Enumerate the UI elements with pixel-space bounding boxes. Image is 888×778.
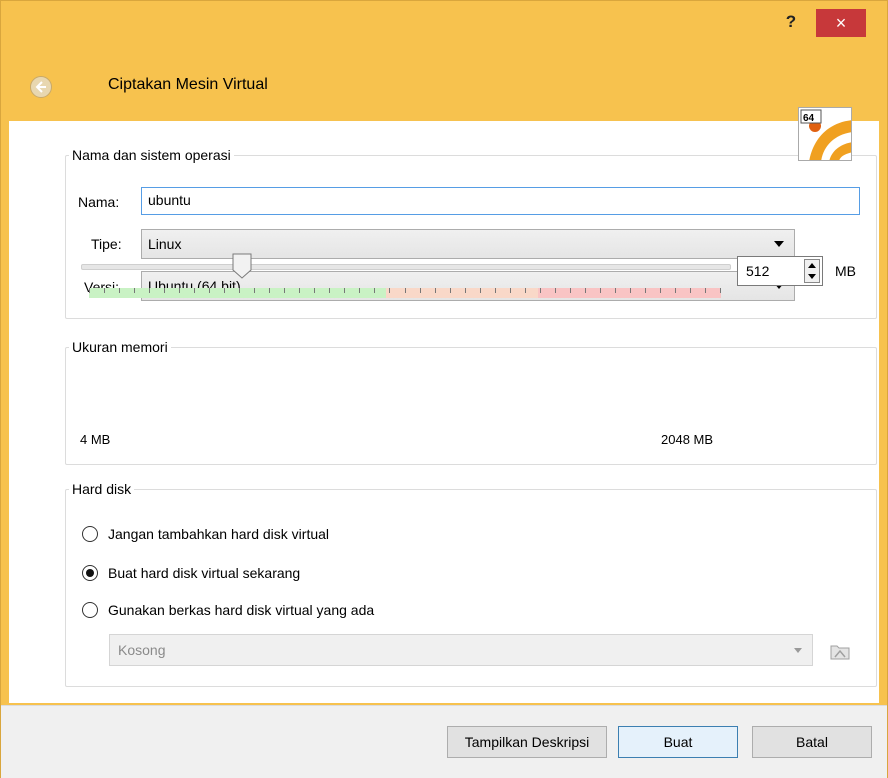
existing-disk-value: Kosong: [118, 642, 166, 658]
memory-scale-tick: [149, 288, 150, 293]
memory-scale-tick: [690, 288, 691, 293]
type-label: Tipe:: [91, 236, 122, 252]
show-description-button[interactable]: Tampilkan Deskripsi: [447, 726, 607, 758]
dialog-footer: Tampilkan Deskripsi Buat Batal: [1, 705, 887, 778]
spin-up-icon[interactable]: [808, 263, 816, 268]
memory-scale-tick: [359, 288, 360, 293]
memory-scale-tick: [525, 288, 526, 293]
page-title: Ciptakan Mesin Virtual: [108, 76, 268, 93]
memory-scale: [89, 288, 721, 298]
memory-scale-tick: [540, 288, 541, 293]
memory-scale-tick: [119, 288, 120, 293]
back-arrow-icon[interactable]: [30, 76, 52, 98]
memory-slider-handle[interactable]: [232, 253, 252, 279]
wizard-header: Ciptakan Mesin Virtual: [1, 41, 887, 121]
memory-scale-tick: [510, 288, 511, 293]
name-input[interactable]: ubuntu: [141, 187, 860, 215]
memory-max-label: 2048 MB: [661, 432, 714, 447]
memory-scale-tick: [389, 288, 390, 293]
memory-spinbox[interactable]: 512: [737, 256, 823, 286]
radio-create-disk-label: Buat hard disk virtual sekarang: [108, 565, 301, 581]
chevron-down-icon: [774, 241, 784, 247]
folder-icon-art: [830, 645, 850, 660]
memory-scale-tick: [495, 288, 496, 293]
memory-scale-tick: [134, 288, 135, 293]
memory-scale-tick: [450, 288, 451, 293]
memory-scale-tick: [420, 288, 421, 293]
memory-scale-tick: [555, 288, 556, 293]
hard-disk-legend: Hard disk: [72, 481, 132, 497]
memory-scale-tick: [570, 288, 571, 293]
memory-scale-tick: [660, 288, 661, 293]
memory-scale-tick: [194, 288, 195, 293]
memory-scale-tick: [600, 288, 601, 293]
name-label: Nama:: [78, 194, 120, 210]
name-os-legend: Nama dan sistem operasi: [72, 147, 231, 163]
title-bar: ? ×: [1, 1, 887, 41]
os-icon-art: 64: [799, 108, 851, 160]
linux-os-icon: 64: [798, 107, 852, 161]
dialog-window: ? × Ciptakan Mesin Virtual Nama dan sist…: [0, 0, 888, 778]
os-badge-text: 64: [803, 113, 815, 124]
memory-scale-tick: [720, 288, 721, 293]
memory-scale-tick: [329, 288, 330, 293]
memory-scale-tick: [374, 288, 375, 293]
memory-scale-tick: [615, 288, 616, 293]
help-button[interactable]: ?: [778, 11, 804, 33]
memory-scale-tick: [405, 288, 406, 293]
radio-no-disk-label: Jangan tambahkan hard disk virtual: [108, 526, 330, 542]
memory-scale-tick: [89, 288, 90, 293]
chevron-down-icon: [794, 648, 802, 653]
memory-scale-segment: [386, 288, 538, 298]
memory-scale-tick: [480, 288, 481, 293]
cancel-button[interactable]: Batal: [752, 726, 872, 758]
memory-scale-tick: [224, 288, 225, 293]
memory-scale-tick: [344, 288, 345, 293]
memory-scale-tick: [675, 288, 676, 293]
memory-group: Ukuran memori: [65, 339, 877, 465]
memory-value: 512: [746, 263, 770, 279]
spin-buttons[interactable]: [804, 259, 820, 283]
spin-down-icon[interactable]: [808, 274, 816, 279]
memory-scale-tick: [179, 288, 180, 293]
create-button[interactable]: Buat: [618, 726, 738, 758]
memory-scale-tick: [630, 288, 631, 293]
memory-scale-tick: [254, 288, 255, 293]
memory-scale-tick: [435, 288, 436, 293]
radio-no-disk-circle[interactable]: [82, 526, 98, 542]
memory-scale-tick: [104, 288, 105, 293]
choose-disk-folder-icon: [829, 641, 851, 661]
memory-unit: MB: [835, 263, 856, 279]
memory-scale-tick: [209, 288, 210, 293]
type-select-value: Linux: [148, 236, 182, 252]
memory-scale-tick: [164, 288, 165, 293]
memory-min-label: 4 MB: [80, 432, 111, 447]
memory-scale-tick: [269, 288, 270, 293]
memory-scale-tick: [239, 288, 240, 293]
radio-existing-disk-circle[interactable]: [82, 602, 98, 618]
memory-scale-tick: [465, 288, 466, 293]
memory-scale-tick: [585, 288, 586, 293]
memory-scale-tick: [314, 288, 315, 293]
radio-existing-disk-label: Gunakan berkas hard disk virtual yang ad…: [108, 602, 375, 618]
close-button[interactable]: ×: [816, 9, 866, 37]
radio-create-disk-circle[interactable]: [82, 565, 98, 581]
back-arrow-glyph: [35, 81, 46, 93]
existing-disk-select: Kosong: [109, 634, 813, 666]
memory-scale-tick: [284, 288, 285, 293]
slider-handle-shape: [232, 253, 252, 279]
memory-legend: Ukuran memori: [72, 339, 168, 355]
memory-slider-track[interactable]: [81, 264, 731, 270]
memory-scale-tick: [645, 288, 646, 293]
memory-scale-tick: [299, 288, 300, 293]
memory-scale-tick: [705, 288, 706, 293]
